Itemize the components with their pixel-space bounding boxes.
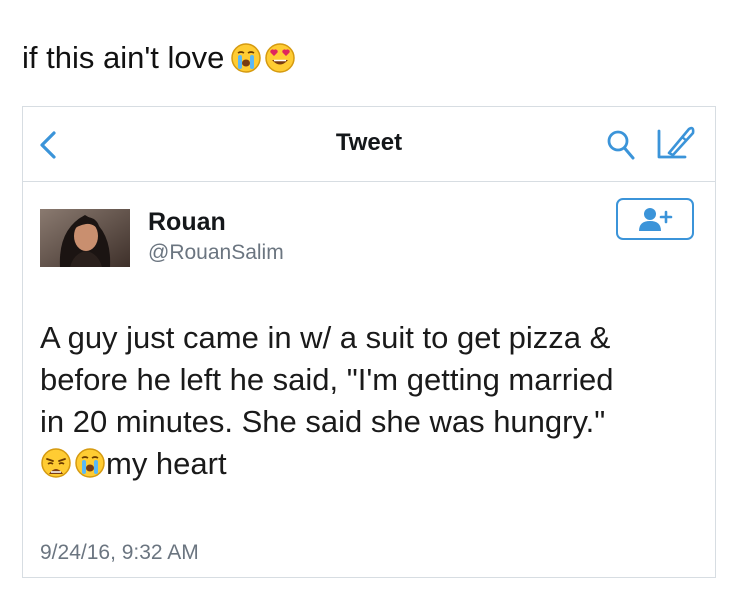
caption-text: if this ain't love <box>22 40 225 75</box>
loudly-crying-face-icon <box>75 448 105 478</box>
tweet-last-text: my heart <box>106 446 227 481</box>
avatar[interactable] <box>40 209 130 267</box>
tweet-line: in 20 minutes. She said she was hungry." <box>40 404 606 439</box>
weary-face-icon <box>41 448 71 478</box>
search-icon[interactable] <box>605 127 637 163</box>
follow-user-icon <box>639 208 673 231</box>
tweet-timestamp: 9/24/16, 9:32 AM <box>40 541 199 564</box>
follow-button[interactable] <box>616 198 694 240</box>
loudly-crying-face-icon <box>231 43 262 73</box>
author-handle[interactable]: @RouanSalim <box>148 241 284 265</box>
tweet-card: Tweet Rouan @RouanSalim A guy just came … <box>22 106 716 578</box>
caption: if this ain't love <box>22 38 296 78</box>
author-name[interactable]: Rouan <box>148 208 226 237</box>
tweet-navbar: Tweet <box>23 107 715 182</box>
compose-icon[interactable] <box>655 123 697 163</box>
heart-eyes-face-icon <box>265 43 296 73</box>
tweet-text: A guy just came in w/ a suit to get pizz… <box>40 317 710 485</box>
tweet-line-last: my heart <box>40 443 710 485</box>
tweet-line: before he left he said, "I'm getting mar… <box>40 362 614 397</box>
tweet-line: A guy just came in w/ a suit to get pizz… <box>40 320 611 355</box>
